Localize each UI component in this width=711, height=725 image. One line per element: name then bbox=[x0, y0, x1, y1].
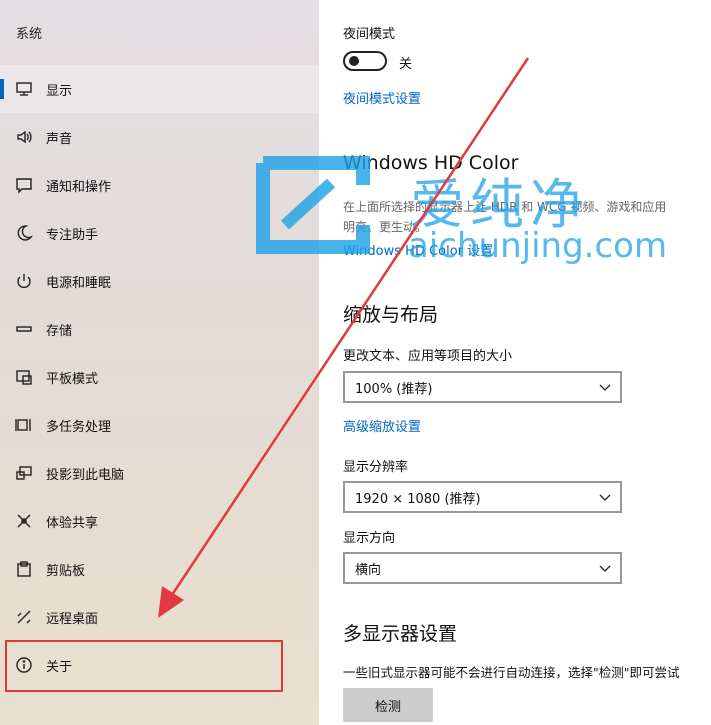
orientation-dropdown[interactable]: 横向 bbox=[343, 552, 622, 584]
toggle-knob bbox=[349, 56, 359, 66]
sidebar-item-shared-experiences[interactable]: 体验共享 bbox=[0, 497, 319, 545]
tablet-icon bbox=[14, 367, 34, 387]
storage-icon bbox=[14, 319, 34, 339]
night-light-toggle[interactable] bbox=[343, 51, 387, 71]
multitask-icon bbox=[14, 415, 34, 435]
text-size-value: 100% (推荐) bbox=[355, 381, 433, 397]
detect-button[interactable]: 检测 bbox=[343, 688, 433, 722]
multi-display-heading: 多显示器设置 bbox=[343, 623, 458, 645]
sidebar-item-clipboard[interactable]: 剪贴板 bbox=[0, 545, 319, 593]
share-icon bbox=[14, 511, 34, 531]
monitor-icon bbox=[14, 79, 34, 99]
main-content: 夜间模式 关 夜间模式设置 Windows HD Color 在上面所选择的显示… bbox=[319, 0, 711, 725]
sidebar-item-label: 专注助手 bbox=[46, 227, 99, 243]
orientation-value: 横向 bbox=[355, 562, 382, 578]
sidebar-item-label: 投影到此电脑 bbox=[46, 467, 125, 483]
sidebar-item-label: 远程桌面 bbox=[46, 611, 99, 627]
sidebar: 系统 显示 声音 通知和操作 专注助手 电源和睡眠 存储 平板模式 多任务处理 … bbox=[0, 0, 319, 725]
sidebar-item-label: 通知和操作 bbox=[46, 179, 112, 195]
sidebar-item-display[interactable]: 显示 bbox=[0, 65, 319, 113]
sidebar-title: 系统 bbox=[16, 27, 43, 42]
multi-display-description: 一些旧式显示器可能不会进行自动连接，选择"检测"即可尝试 bbox=[343, 665, 680, 680]
sidebar-item-sound[interactable]: 声音 bbox=[0, 113, 319, 161]
remote-desktop-icon bbox=[14, 607, 34, 627]
active-indicator bbox=[0, 79, 4, 99]
moon-icon bbox=[14, 223, 34, 243]
sidebar-item-label: 剪贴板 bbox=[46, 563, 86, 579]
text-size-label: 更改文本、应用等项目的大小 bbox=[343, 349, 513, 364]
text-size-dropdown[interactable]: 100% (推荐) bbox=[343, 371, 622, 403]
speaker-icon bbox=[14, 127, 34, 147]
notification-icon bbox=[14, 175, 34, 195]
sidebar-item-project-to-pc[interactable]: 投影到此电脑 bbox=[0, 449, 319, 497]
watermark-domain: aichunjing.com bbox=[408, 226, 668, 266]
chevron-down-icon bbox=[599, 384, 611, 391]
sidebar-item-label: 电源和睡眠 bbox=[46, 275, 112, 291]
resolution-dropdown[interactable]: 1920 × 1080 (推荐) bbox=[343, 481, 622, 513]
sidebar-item-storage[interactable]: 存储 bbox=[0, 305, 319, 353]
night-light-label: 夜间模式 bbox=[343, 27, 396, 42]
sidebar-item-label: 多任务处理 bbox=[46, 419, 112, 435]
scale-layout-heading: 缩放与布局 bbox=[343, 304, 439, 326]
sidebar-item-multitasking[interactable]: 多任务处理 bbox=[0, 401, 319, 449]
power-icon bbox=[14, 271, 34, 291]
night-light-state: 关 bbox=[399, 57, 413, 72]
sidebar-item-label: 存储 bbox=[46, 323, 73, 339]
advanced-scaling-link[interactable]: 高级缩放设置 bbox=[343, 416, 421, 435]
clipboard-icon bbox=[14, 559, 34, 579]
watermark-logo-icon bbox=[256, 156, 370, 254]
sidebar-item-power-sleep[interactable]: 电源和睡眠 bbox=[0, 257, 319, 305]
sidebar-item-tablet-mode[interactable]: 平板模式 bbox=[0, 353, 319, 401]
sidebar-item-label: 体验共享 bbox=[46, 515, 99, 531]
sidebar-item-remote-desktop[interactable]: 远程桌面 bbox=[0, 593, 319, 641]
annotation-highlight-box bbox=[5, 640, 283, 692]
sidebar-item-label: 显示 bbox=[46, 83, 73, 99]
resolution-label: 显示分辨率 bbox=[343, 460, 409, 475]
orientation-label: 显示方向 bbox=[343, 531, 396, 546]
chevron-down-icon bbox=[599, 565, 611, 572]
chevron-down-icon bbox=[599, 494, 611, 501]
sidebar-item-label: 声音 bbox=[46, 131, 73, 147]
resolution-value: 1920 × 1080 (推荐) bbox=[355, 491, 481, 507]
sidebar-item-label: 平板模式 bbox=[46, 371, 99, 387]
project-icon bbox=[14, 463, 34, 483]
night-light-settings-link[interactable]: 夜间模式设置 bbox=[343, 88, 421, 107]
